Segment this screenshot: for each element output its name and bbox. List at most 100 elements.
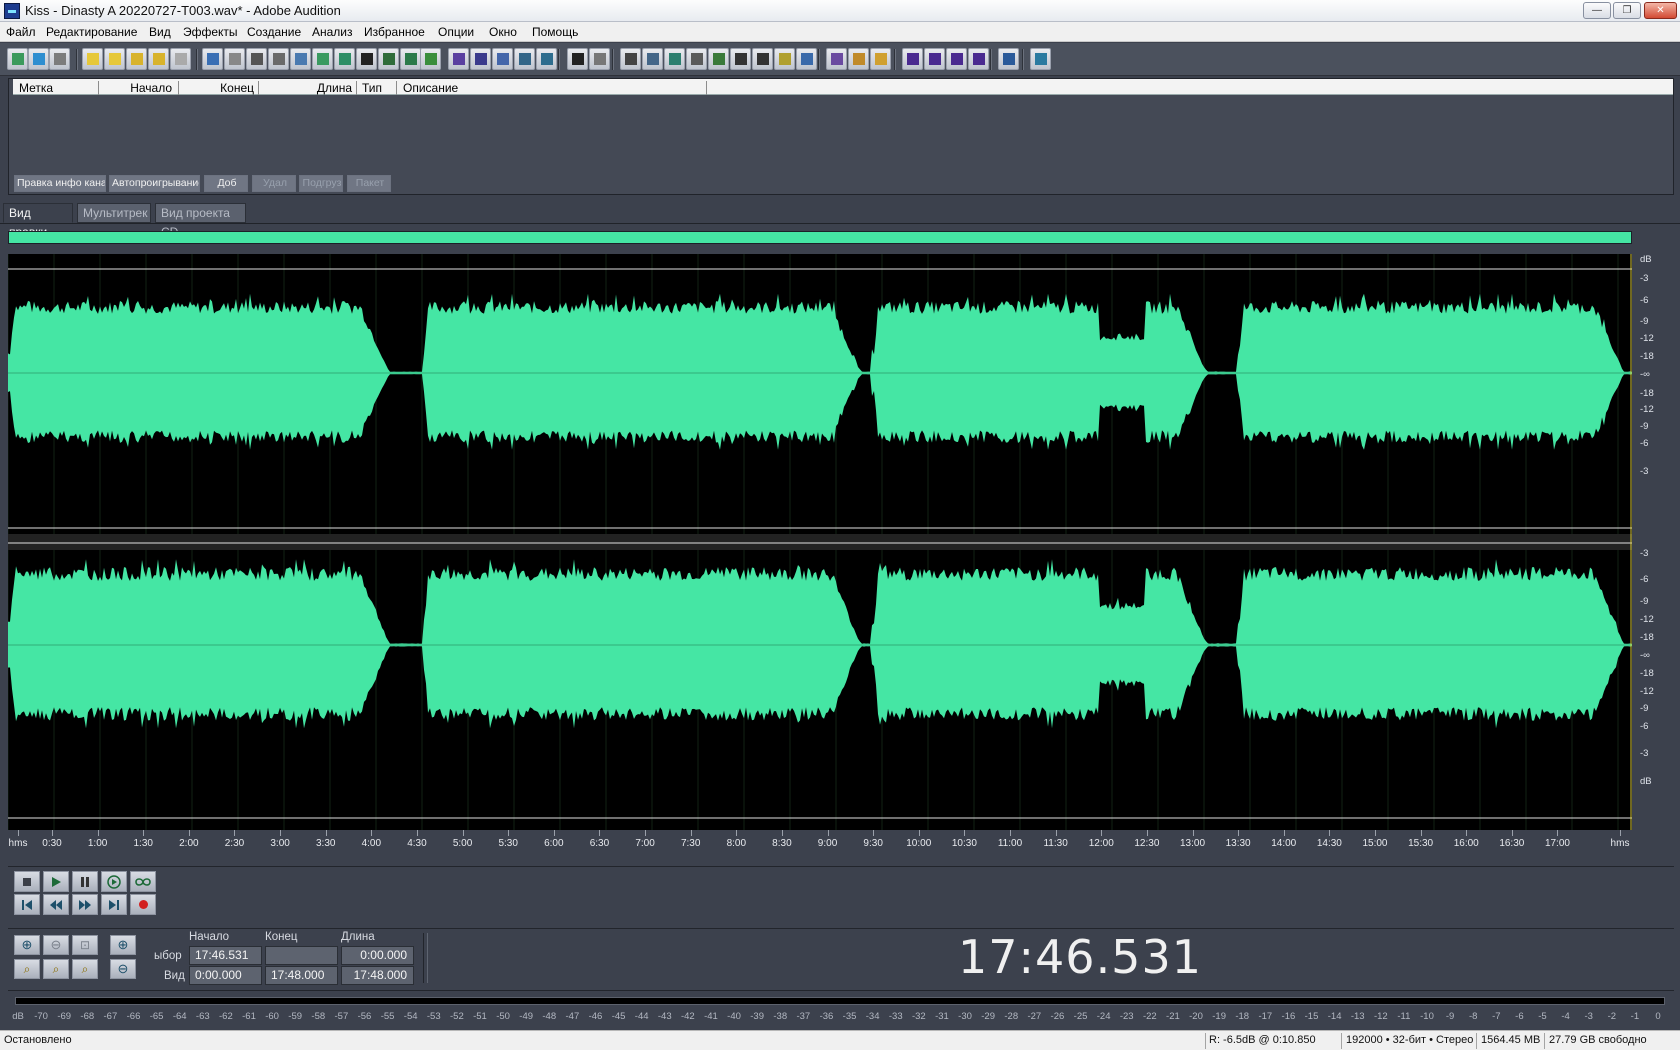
toolbar-button[interactable] bbox=[774, 48, 795, 70]
menu-analyze[interactable]: Анализ bbox=[312, 25, 353, 39]
waveform-overview-bar[interactable] bbox=[8, 231, 1632, 244]
toolbar-button[interactable] bbox=[148, 48, 169, 70]
col-type[interactable]: Тип bbox=[357, 81, 397, 95]
edit-info-button[interactable]: Правка инфо канала bbox=[14, 175, 106, 192]
menu-favorites[interactable]: Избранное bbox=[364, 25, 425, 39]
pause-button[interactable] bbox=[72, 871, 98, 892]
play-to-end-button[interactable] bbox=[101, 871, 127, 892]
toolbar-button[interactable] bbox=[924, 48, 945, 70]
toolbar-button[interactable] bbox=[246, 48, 267, 70]
menu-window[interactable]: Окно bbox=[489, 25, 517, 39]
toolbar-button[interactable] bbox=[796, 48, 817, 70]
load-cue-button[interactable]: Подгруз bbox=[299, 175, 343, 192]
time-ruler[interactable]: hms 0:30 1:00 1:30 2:00 2:30 3:00 3:30 4:00 4:30 5… bbox=[8, 830, 1632, 850]
toolbar-button[interactable] bbox=[589, 48, 610, 70]
loop-button[interactable] bbox=[130, 871, 156, 892]
zoom-out-vertical-button[interactable]: ⊖ bbox=[110, 959, 136, 979]
delete-cue-button[interactable]: Удал bbox=[252, 175, 296, 192]
toolbar-button[interactable] bbox=[968, 48, 989, 70]
tab-edit-view[interactable]: Вид правки bbox=[3, 203, 73, 239]
toolbar-button[interactable] bbox=[686, 48, 707, 70]
toolbar-button[interactable] bbox=[998, 48, 1019, 70]
toolbar-button[interactable] bbox=[848, 48, 869, 70]
tab-cd-project[interactable]: Вид проекта CD bbox=[155, 203, 246, 239]
toolbar-button[interactable] bbox=[448, 48, 469, 70]
go-to-start-button[interactable] bbox=[14, 894, 40, 915]
toolbar-button[interactable] bbox=[664, 48, 685, 70]
selection-start-field[interactable]: 17:46.531 bbox=[189, 946, 262, 965]
fast-forward-button[interactable] bbox=[72, 894, 98, 915]
toolbar-button[interactable] bbox=[312, 48, 333, 70]
toolbar-button[interactable] bbox=[492, 48, 513, 70]
menu-options[interactable]: Опции bbox=[438, 25, 474, 39]
selection-length-field[interactable]: 0:00.000 bbox=[341, 946, 414, 965]
toolbar-button[interactable] bbox=[268, 48, 289, 70]
toolbar-button[interactable] bbox=[642, 48, 663, 70]
toolbar-button[interactable] bbox=[470, 48, 491, 70]
toolbar-button[interactable] bbox=[104, 48, 125, 70]
selection-end-field[interactable] bbox=[265, 946, 338, 965]
minimize-button[interactable]: — bbox=[1583, 2, 1611, 19]
toolbar-button[interactable] bbox=[826, 48, 847, 70]
waveform-display[interactable] bbox=[8, 254, 1632, 830]
toolbar-button[interactable] bbox=[28, 48, 49, 70]
menu-file[interactable]: Файл bbox=[6, 25, 36, 39]
rewind-button[interactable] bbox=[43, 894, 69, 915]
zoom-right-button[interactable]: ⌕ bbox=[43, 959, 69, 979]
toolbar-button[interactable] bbox=[126, 48, 147, 70]
toolbar-button[interactable] bbox=[420, 48, 441, 70]
toolbar-button[interactable] bbox=[400, 48, 421, 70]
toolbar-button[interactable] bbox=[82, 48, 103, 70]
menu-view[interactable]: Вид bbox=[149, 25, 171, 39]
toolbar-button[interactable] bbox=[708, 48, 729, 70]
zoom-in-vertical-button[interactable]: ⊕ bbox=[110, 935, 136, 955]
col-end[interactable]: Конец bbox=[179, 81, 259, 95]
maximize-button[interactable]: ❐ bbox=[1613, 2, 1641, 19]
play-button[interactable] bbox=[43, 871, 69, 892]
zoom-in-horizontal-button[interactable]: ⊕ bbox=[14, 935, 40, 955]
add-cue-button[interactable]: Доб bbox=[204, 175, 248, 192]
stop-button[interactable] bbox=[14, 871, 40, 892]
autoplay-button[interactable]: Автопроигрывание bbox=[109, 175, 200, 192]
record-button[interactable] bbox=[130, 894, 156, 915]
toolbar-button[interactable] bbox=[514, 48, 535, 70]
batch-button[interactable]: Пакет bbox=[347, 175, 391, 192]
zoom-full-button[interactable]: ⊡ bbox=[72, 935, 98, 955]
toolbar-button[interactable] bbox=[49, 48, 70, 70]
col-label[interactable]: Метка bbox=[19, 81, 99, 95]
toolbar-button[interactable] bbox=[567, 48, 588, 70]
view-end-field[interactable]: 17:48.000 bbox=[265, 966, 338, 985]
tab-multitrack[interactable]: Мультитрек bbox=[77, 203, 151, 223]
zoom-selection-button[interactable]: ⌕ bbox=[72, 959, 98, 979]
menu-help[interactable]: Помощь bbox=[532, 25, 578, 39]
view-start-field[interactable]: 0:00.000 bbox=[189, 966, 262, 985]
toolbar-button[interactable] bbox=[870, 48, 891, 70]
toolbar-button[interactable] bbox=[730, 48, 751, 70]
view-length-field[interactable]: 17:48.000 bbox=[341, 966, 414, 985]
toolbar-button[interactable] bbox=[7, 48, 28, 70]
toolbar-button[interactable] bbox=[378, 48, 399, 70]
toolbar-button[interactable] bbox=[536, 48, 557, 70]
toolbar-button[interactable] bbox=[620, 48, 641, 70]
menu-effects[interactable]: Эффекты bbox=[183, 25, 238, 39]
zoom-left-button[interactable]: ⌕ bbox=[14, 959, 40, 979]
toolbar-button[interactable] bbox=[170, 48, 191, 70]
zoom-out-horizontal-button[interactable]: ⊖ bbox=[43, 935, 69, 955]
waveform-canvas[interactable] bbox=[8, 254, 1632, 830]
toolbar-button[interactable] bbox=[356, 48, 377, 70]
col-length[interactable]: Длина bbox=[259, 81, 357, 95]
toolbar-button[interactable] bbox=[334, 48, 355, 70]
toolbar-button[interactable] bbox=[1030, 48, 1051, 70]
col-start[interactable]: Начало bbox=[99, 81, 179, 95]
toolbar-button[interactable] bbox=[752, 48, 773, 70]
col-description[interactable]: Описание bbox=[397, 81, 707, 95]
toolbar-button[interactable] bbox=[290, 48, 311, 70]
go-to-end-button[interactable] bbox=[101, 894, 127, 915]
menu-generate[interactable]: Создание bbox=[247, 25, 301, 39]
menu-edit[interactable]: Редактирование bbox=[46, 25, 137, 39]
toolbar-button[interactable] bbox=[224, 48, 245, 70]
close-button[interactable]: ✕ bbox=[1644, 2, 1677, 19]
toolbar-button[interactable] bbox=[202, 48, 223, 70]
toolbar-button[interactable] bbox=[902, 48, 923, 70]
toolbar-button[interactable] bbox=[946, 48, 967, 70]
